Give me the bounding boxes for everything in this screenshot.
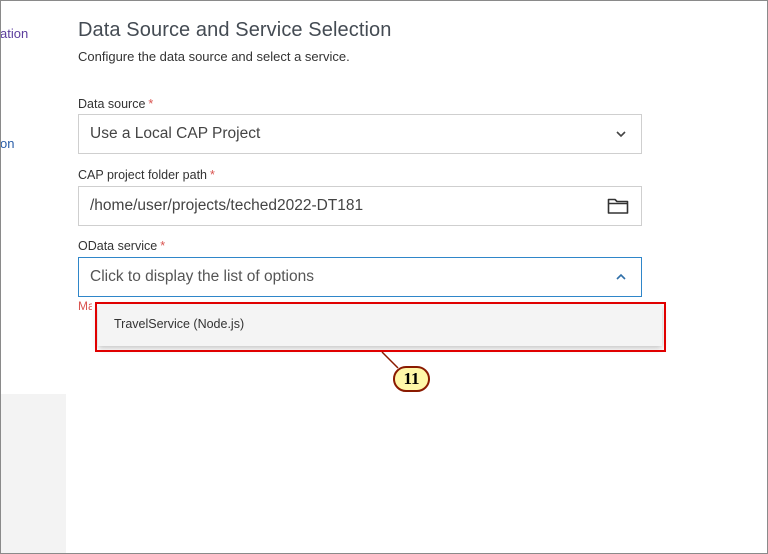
sidebar-panel: [0, 394, 66, 554]
required-marker: *: [160, 239, 166, 253]
odata-service-label-text: OData service: [78, 239, 158, 253]
cap-folder-label: CAP project folder path *: [78, 168, 215, 182]
odata-service-select[interactable]: Click to display the list of options: [78, 257, 642, 297]
cap-folder-value: /home/user/projects/teched2022-DT181: [90, 197, 364, 214]
required-marker: *: [210, 168, 215, 182]
data-source-select[interactable]: Use a Local CAP Project: [78, 114, 642, 154]
chevron-up-icon: [616, 273, 626, 280]
chevron-down-icon: [616, 131, 626, 138]
step-badge: 11: [393, 366, 430, 392]
sidebar-item-2[interactable]: on: [0, 136, 14, 151]
page-description: Configure the data source and select a s…: [78, 49, 350, 64]
odata-service-dropdown: TravelService (Node.js): [98, 305, 662, 346]
folder-icon[interactable]: [607, 197, 629, 215]
required-marker: *: [148, 97, 154, 111]
dropdown-option-travelservice[interactable]: TravelService (Node.js): [114, 317, 244, 331]
data-source-value: Use a Local CAP Project: [90, 125, 261, 142]
page-title: Data Source and Service Selection: [78, 19, 392, 41]
data-source-label: Data source *: [78, 97, 153, 111]
sidebar-item-1[interactable]: ation: [0, 26, 28, 41]
odata-service-placeholder: Click to display the list of options: [90, 268, 314, 285]
cap-folder-label-text: CAP project folder path: [78, 168, 208, 182]
cap-folder-input[interactable]: /home/user/projects/teched2022-DT181: [78, 186, 642, 226]
data-source-label-text: Data source: [78, 97, 146, 111]
odata-service-error: Ma: [78, 299, 92, 313]
odata-service-label: OData service *: [78, 239, 165, 253]
